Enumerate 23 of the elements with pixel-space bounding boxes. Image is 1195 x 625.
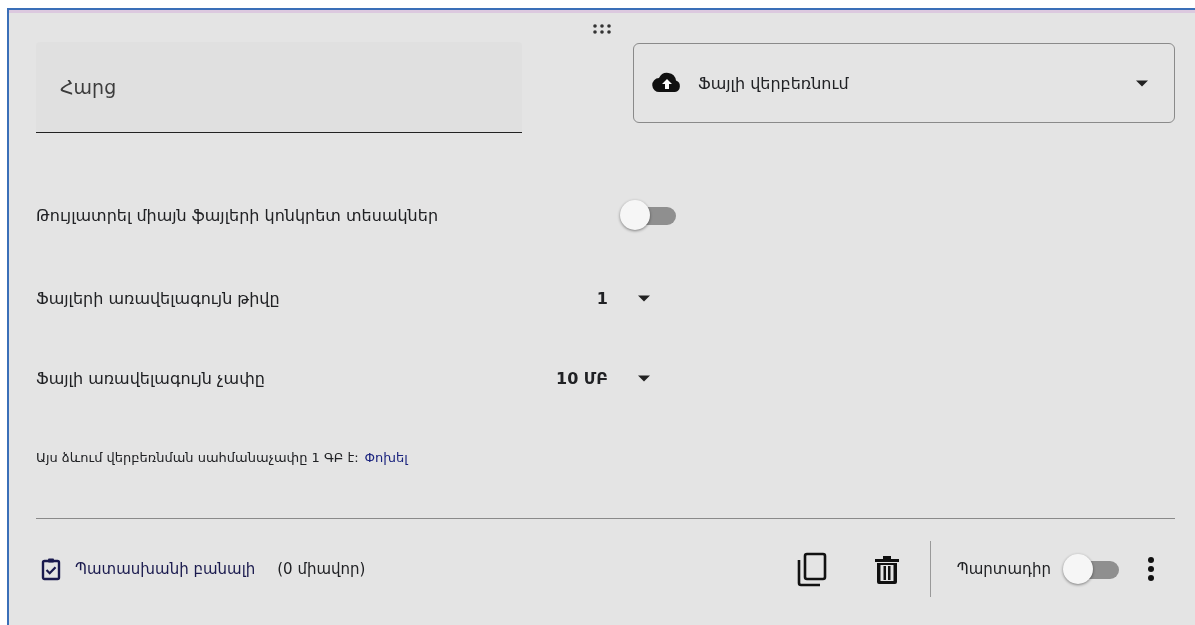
clipboard-check-icon	[41, 557, 61, 581]
caret-icon	[638, 374, 650, 382]
delete-icon[interactable]	[873, 554, 900, 584]
answer-key-button[interactable]: Պատասխանի բանալի	[41, 557, 256, 581]
caret-icon	[1136, 79, 1148, 87]
value-dropdown[interactable]: 10 ՄԲ	[516, 368, 650, 388]
setting-label: Ֆայլերի առավելագույն թիվը	[36, 288, 281, 308]
toggle-switch[interactable]	[1063, 554, 1121, 584]
setting-label: Թույլատրել միայն ֆայլերի կոնկրետ տեսակներ	[36, 205, 440, 225]
change-link[interactable]: Փոխել	[364, 450, 408, 465]
required-label: Պարտադիր	[956, 560, 1051, 578]
question-type-dropdown[interactable]: Ֆայլի վերբեռնում	[633, 43, 1175, 123]
toggle-switch[interactable]	[620, 200, 678, 230]
upload-limit-note: Այս ձևում վերբեռնման սահմանաչափը 1 ԳԲ է: Փոխել	[35, 450, 410, 465]
value-dropdown[interactable]: 1	[516, 288, 650, 308]
setting-label: Ֆայլի առավելագույն չափը	[36, 368, 266, 388]
upload-cloud-icon	[652, 72, 682, 94]
more-options-icon[interactable]	[1147, 556, 1155, 582]
drag-handle-icon[interactable]	[592, 24, 612, 34]
caret-icon	[638, 294, 650, 302]
points-label: (0 միավոր)	[277, 560, 366, 578]
copy-icon[interactable]	[795, 551, 828, 587]
question-field[interactable]: Հարց	[36, 42, 522, 133]
